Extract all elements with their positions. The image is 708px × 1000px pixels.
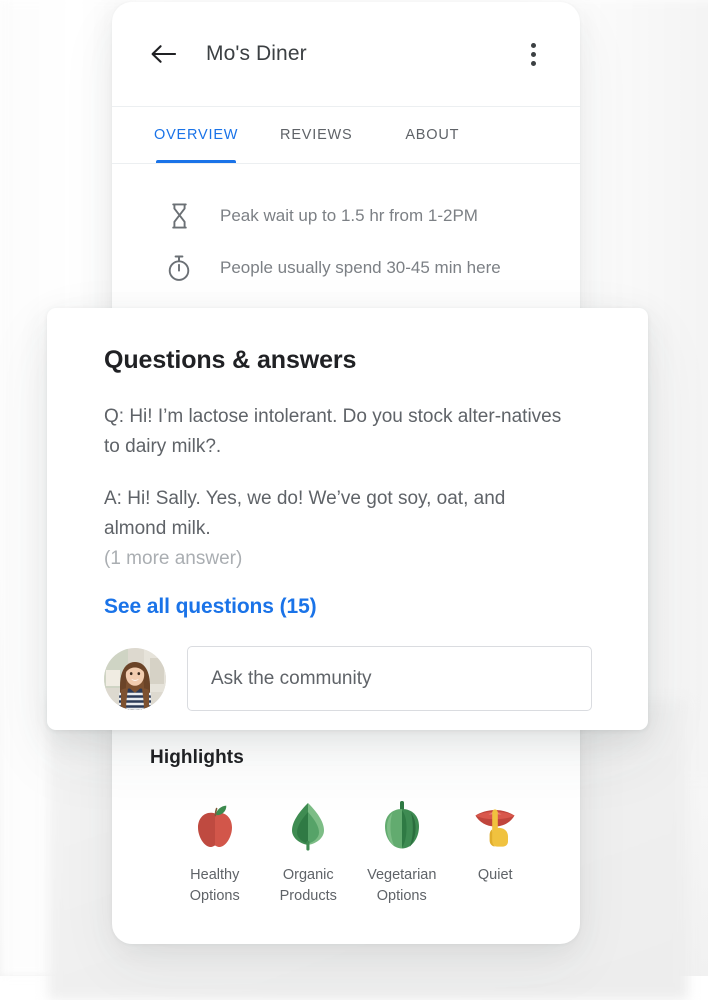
stopwatch-icon [164,255,194,282]
highlight-organic-products[interactable]: Organic Products [262,797,356,908]
see-all-questions-link[interactable]: See all questions (15) [104,595,317,619]
highlight-vegetarian-options[interactable]: Vegetarian Options [355,797,449,908]
tab-about-label: ABOUT [405,127,459,143]
user-avatar[interactable] [104,648,166,710]
tab-overview-label: OVERVIEW [154,127,238,143]
shushing-face-icon [470,797,520,855]
tab-reviews-label: REVIEWS [280,127,352,143]
info-row-time-spent-text: People usually spend 30-45 min here [220,258,501,278]
qa-answer-text: A: Hi! Sally. Yes, we do! We’ve got soy,… [104,484,564,544]
tab-about[interactable]: ABOUT [374,107,490,163]
more-vertical-icon[interactable] [520,39,546,69]
highlight-quiet[interactable]: Quiet [449,797,543,886]
info-row-time-spent: People usually spend 30-45 min here [112,242,580,294]
highlight-organic-products-label: Organic Products [280,865,337,908]
back-arrow-icon[interactable] [148,39,178,69]
highlight-quiet-label: Quiet [478,865,513,886]
info-list: Peak wait up to 1.5 hr from 1-2PM People… [112,164,580,294]
info-row-peak-wait-text: Peak wait up to 1.5 hr from 1-2PM [220,206,478,226]
info-row-peak-wait: Peak wait up to 1.5 hr from 1-2PM [112,190,580,242]
ask-community-row: Ask the community [104,646,592,711]
tab-overview[interactable]: OVERVIEW [134,107,258,163]
apple-icon [192,797,238,855]
leaf-icon [287,797,329,855]
ask-community-input[interactable]: Ask the community [187,646,592,711]
highlight-healthy-options-label: Healthy Options [190,865,240,908]
ask-community-placeholder: Ask the community [211,668,372,690]
qa-more-answers-text: (1 more answer) [104,544,592,574]
tab-reviews[interactable]: REVIEWS [258,107,374,163]
qa-question-text: Q: Hi! I’m lactose intolerant. Do you st… [104,402,564,462]
page-title: Mo's Diner [206,42,520,66]
highlights-title: Highlights [150,747,542,769]
hourglass-icon [164,203,194,229]
app-bar: Mo's Diner [112,2,580,106]
qa-card-title: Questions & answers [104,346,592,375]
highlights-section: Highlights Healthy Options [112,747,580,908]
highlight-vegetarian-options-label: Vegetarian Options [367,865,436,908]
tab-bar: OVERVIEW REVIEWS ABOUT [112,106,580,163]
highlight-healthy-options[interactable]: Healthy Options [168,797,262,908]
highlights-list: Healthy Options Organic Products [150,797,542,908]
bell-pepper-icon [380,797,424,855]
questions-answers-card: Questions & answers Q: Hi! I’m lactose i… [47,308,648,730]
